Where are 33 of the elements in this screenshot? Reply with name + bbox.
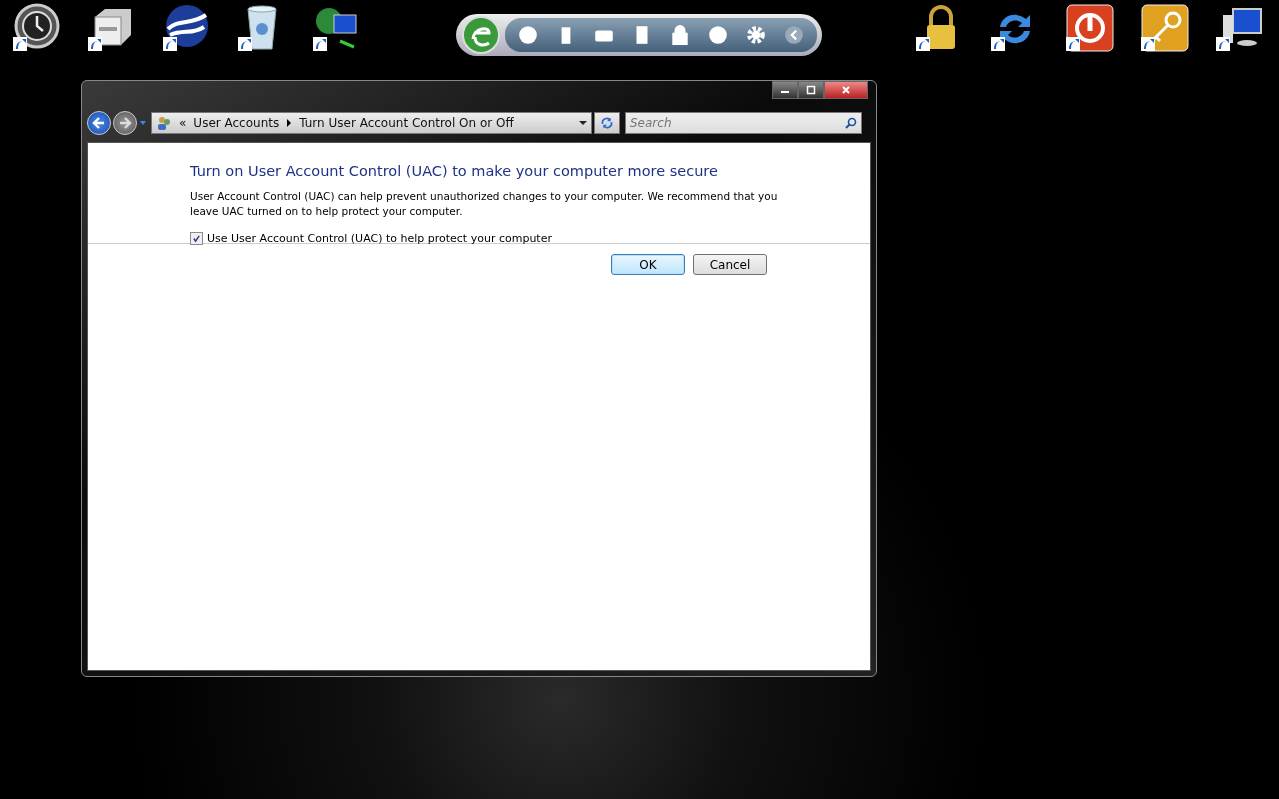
description-text: User Account Control (UAC) can help prevent unauthorized changes to your computer. We recommend that you leave UAC turned on to help protect your computer. <box>190 189 779 219</box>
maximize-icon <box>806 85 816 95</box>
back-arrow-icon <box>91 115 107 131</box>
breadcrumb-separator-icon[interactable] <box>286 119 293 127</box>
forward-button[interactable] <box>113 111 137 135</box>
search-icon[interactable] <box>845 117 857 129</box>
back-button[interactable] <box>87 111 111 135</box>
history-dropdown-icon[interactable] <box>139 119 147 127</box>
uac-checkbox[interactable] <box>190 232 203 245</box>
power-icon[interactable] <box>1065 3 1115 53</box>
users-icon <box>156 115 172 131</box>
close-button[interactable] <box>824 81 868 99</box>
ok-button[interactable]: OK <box>611 254 685 275</box>
gear-icon[interactable] <box>744 24 767 46</box>
breadcrumb-item[interactable]: Turn User Account Control On or Off <box>299 116 514 130</box>
key-icon[interactable] <box>1140 3 1190 53</box>
overflow-chevron[interactable]: « <box>179 116 187 130</box>
collapse-chevron-icon[interactable] <box>782 24 805 46</box>
forward-arrow-icon <box>117 115 133 131</box>
refresh-icon <box>600 116 614 130</box>
address-bar[interactable]: « User Accounts Turn User Account Control On or Off <box>151 112 592 134</box>
cancel-button[interactable]: Cancel <box>693 254 767 275</box>
dropdown-caret-icon[interactable] <box>579 119 587 127</box>
clock-icon[interactable] <box>12 3 62 53</box>
search-field[interactable]: Search <box>625 112 862 134</box>
maximize-button[interactable] <box>798 81 824 99</box>
e-logo-icon[interactable] <box>460 15 501 55</box>
close-icon <box>841 85 851 95</box>
breadcrumb-item[interactable]: User Accounts <box>193 116 280 130</box>
refresh-button[interactable] <box>594 112 620 134</box>
page-heading: Turn on User Account Control (UAC) to make your computer more secure <box>190 163 719 179</box>
checkbox-label[interactable]: Use User Account Control (UAC) to help protect your computer <box>207 232 552 245</box>
minimize-button[interactable] <box>772 81 798 99</box>
